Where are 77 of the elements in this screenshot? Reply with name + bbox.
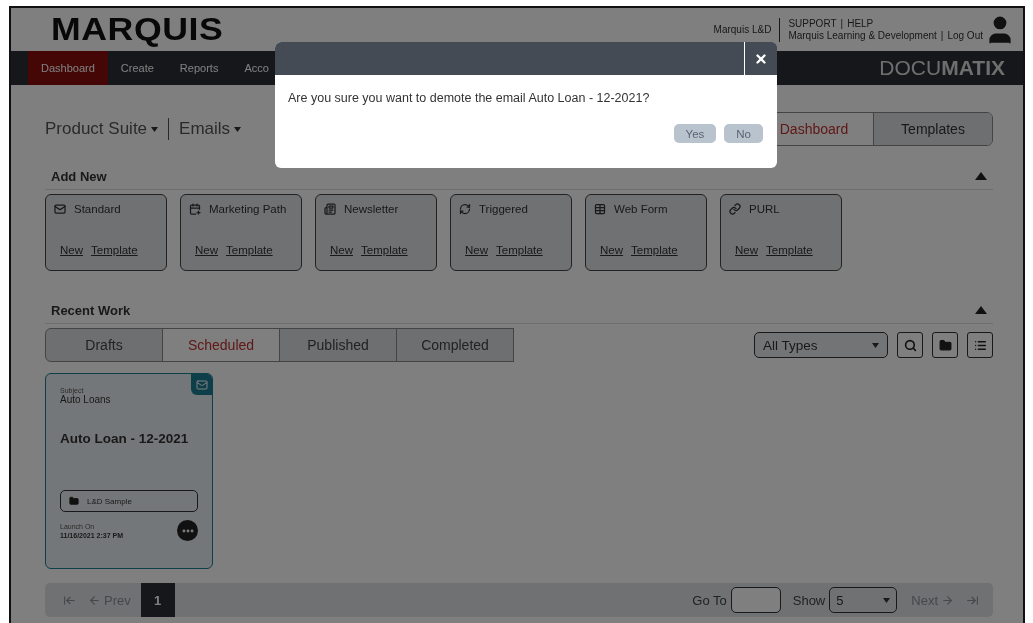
new-link[interactable]: New: [60, 244, 83, 256]
card-label: PURL: [729, 203, 833, 215]
caret-icon: [234, 126, 242, 132]
section-title: Add New: [51, 168, 107, 184]
dialog-button[interactable]: Yes: [673, 124, 717, 143]
section-title: Recent Work: [51, 302, 131, 318]
separator: |: [840, 17, 844, 30]
help-link[interactable]: HELP: [847, 17, 874, 30]
status-tab[interactable]: Published: [279, 328, 397, 362]
subject-text: Auto Loans: [60, 394, 112, 405]
folder-icon: [938, 338, 952, 352]
breadcrumb-dropdown[interactable]: Product Suite: [45, 119, 159, 139]
dialog-message: Are you sure you want to demote the email Auto Loan - 12-2021?: [288, 91, 651, 105]
logout-link[interactable]: Log Out: [947, 29, 983, 42]
template-link[interactable]: Template: [91, 244, 138, 256]
status-tab[interactable]: Drafts: [45, 328, 163, 362]
organization-name: Marquis Learning & Development: [788, 29, 937, 42]
search-button[interactable]: [897, 332, 923, 358]
card-label: Standard: [54, 203, 158, 215]
link-icon: [729, 203, 741, 215]
search-icon: [903, 338, 917, 352]
card-label: Marketing Path: [189, 203, 293, 215]
go-to-label: Go To: [692, 592, 727, 608]
template-link[interactable]: Template: [361, 244, 408, 256]
card-label: Triggered: [459, 203, 563, 215]
folder-tag[interactable]: L&D Sample: [60, 490, 198, 512]
table-icon: [594, 203, 606, 215]
new-link[interactable]: New: [330, 244, 353, 256]
marquis-logo: MARQUIS: [51, 11, 224, 48]
collapse-icon[interactable]: [975, 172, 987, 180]
nav-item[interactable]: Create: [107, 51, 167, 85]
status-tab[interactable]: Completed: [396, 328, 514, 362]
envelope-icon: [54, 203, 66, 215]
collapse-icon[interactable]: [975, 306, 987, 314]
new-link[interactable]: New: [195, 244, 218, 256]
list-icon: [973, 338, 987, 352]
more-options-button[interactable]: [177, 520, 198, 541]
new-link[interactable]: New: [600, 244, 623, 256]
caret-icon: [151, 126, 159, 132]
last-page-icon: [966, 593, 979, 607]
go-to-field[interactable]: [730, 587, 781, 613]
arrow-left-icon: [88, 593, 101, 607]
card-label: Newsletter: [324, 203, 428, 215]
caret-icon: [872, 342, 879, 348]
breadcrumb-dropdown[interactable]: Emails: [179, 119, 242, 139]
new-link[interactable]: New: [735, 244, 758, 256]
documatix-logo: DOCUMATIX: [879, 55, 1006, 81]
page-size-dropdown[interactable]: 5: [829, 587, 898, 613]
email-title: Auto Loan - 12-2021: [60, 431, 190, 446]
nav-item[interactable]: Reports: [166, 51, 232, 85]
folder-icon: [69, 496, 79, 506]
separator: |: [940, 29, 944, 42]
dialog-button[interactable]: No: [724, 124, 763, 143]
status-tab[interactable]: Scheduled: [162, 328, 280, 362]
support-link[interactable]: SUPPORT: [788, 17, 837, 30]
newspaper-icon: [324, 203, 336, 215]
template-link[interactable]: Template: [631, 244, 678, 256]
account-name: Marquis L&D: [713, 17, 781, 42]
arrow-right-icon: [941, 593, 954, 607]
close-button[interactable]: [744, 42, 777, 75]
folder-button[interactable]: [932, 332, 958, 358]
nav-item[interactable]: Dashboard: [28, 51, 108, 85]
show-label: Show: [792, 592, 826, 608]
refresh-icon: [459, 203, 471, 215]
card-label: Web Form: [594, 203, 698, 215]
template-link[interactable]: Template: [496, 244, 543, 256]
template-link[interactable]: Template: [766, 244, 813, 256]
close-icon: [754, 51, 768, 66]
view-tab[interactable]: Templates: [873, 113, 992, 145]
new-link[interactable]: New: [465, 244, 488, 256]
first-page-icon: [63, 593, 76, 607]
caret-icon: [883, 597, 891, 603]
template-link[interactable]: Template: [226, 244, 273, 256]
list-view-button[interactable]: [967, 332, 993, 358]
calendar-icon: [189, 203, 201, 215]
page-number[interactable]: 1: [140, 583, 175, 617]
type-filter-dropdown[interactable]: All Types: [754, 332, 888, 358]
